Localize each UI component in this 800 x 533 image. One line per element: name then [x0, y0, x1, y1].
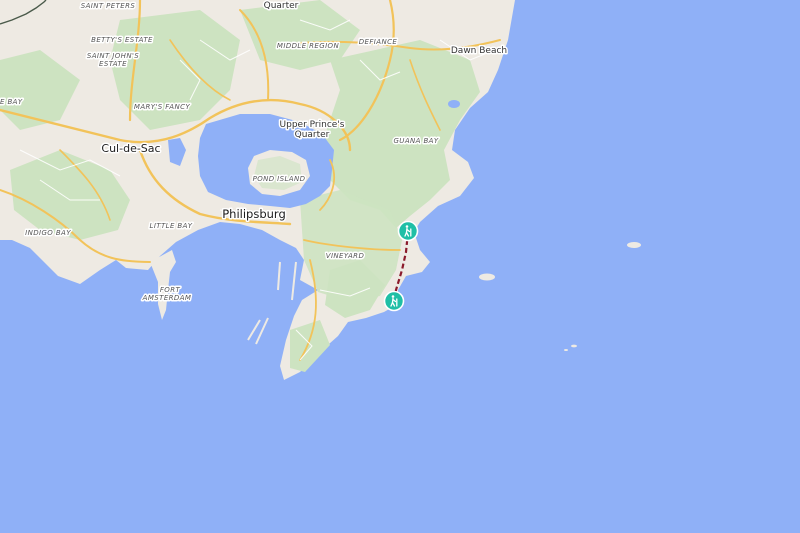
label-fort-amsterdam: FORT — [160, 286, 181, 294]
label-saint-peters: SAINT PETERS — [81, 2, 136, 10]
label-dawn-beach: Dawn Beach — [451, 46, 507, 56]
label-quarter-top: Quarter — [264, 1, 299, 11]
label-guana-bay: GUANA BAY — [393, 137, 438, 145]
label-little-bay: LITTLE BAY — [150, 222, 193, 230]
label-philipsburg: Philipsburg — [222, 207, 286, 221]
marker-trailhead-end[interactable] — [383, 290, 405, 312]
lake-east — [448, 100, 460, 108]
label-fort-amsterdam-2: AMSTERDAM — [142, 294, 192, 302]
label-saint-johns-2: ESTATE — [99, 60, 127, 68]
islet-2 — [479, 273, 495, 281]
label-bay-left: E BAY — [0, 98, 23, 106]
islet-4 — [564, 349, 568, 351]
label-upper-princes-2: Quarter — [295, 130, 330, 140]
label-cul-de-sac: Cul-de-Sac — [101, 142, 160, 155]
marker-trailhead-start[interactable] — [397, 220, 419, 242]
label-middle-region: MIDDLE REGION — [277, 42, 340, 50]
label-bettys-estate: BETTY'S ESTATE — [91, 36, 153, 44]
label-vineyard: VINEYARD — [326, 252, 365, 260]
label-marys-fancy: MARY'S FANCY — [134, 103, 190, 111]
label-saint-johns: SAINT JOHN'S — [87, 52, 139, 60]
label-upper-princes: Upper Prince's — [280, 120, 345, 130]
label-pond-island: POND ISLAND — [253, 175, 306, 183]
islet-1 — [627, 242, 641, 248]
label-defiance: DEFIANCE — [359, 38, 398, 46]
label-indigo-bay: INDIGO BAY — [25, 229, 71, 237]
map-canvas[interactable]: Quarter SAINT PETERS BETTY'S ESTATE SAIN… — [0, 0, 800, 533]
islet-3 — [571, 344, 577, 348]
